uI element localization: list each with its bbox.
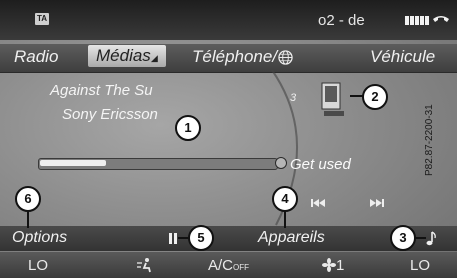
- callout-leader-line: [178, 237, 188, 239]
- music-note-icon[interactable]: [426, 231, 436, 247]
- phone-icon: [433, 16, 449, 22]
- track-title: Against The Su: [50, 82, 153, 99]
- fan-icon: [322, 258, 336, 272]
- track-progress-bar: [38, 158, 278, 170]
- callout-2: 2: [362, 84, 388, 110]
- callout-5: 5: [188, 225, 214, 251]
- status-bar: TA o2 - de: [0, 0, 457, 40]
- menu-item-medias-label: Médias: [96, 46, 151, 65]
- left-temperature[interactable]: LO: [28, 257, 48, 274]
- bottom-function-bar: [0, 226, 457, 251]
- artist-name: Sony Ericsson: [62, 106, 158, 123]
- menu-item-radio[interactable]: Radio: [14, 47, 58, 67]
- track-number: 3: [290, 92, 297, 104]
- options-button[interactable]: Options: [12, 229, 67, 247]
- progress-fill: [40, 160, 106, 166]
- ta-badge: TA: [35, 13, 49, 25]
- fan-speed[interactable]: 1: [322, 257, 344, 274]
- callout-3: 3: [390, 225, 416, 251]
- right-temperature[interactable]: LO: [410, 257, 430, 274]
- callout-1: 1: [175, 115, 201, 141]
- signal-strength-icon: [405, 16, 429, 25]
- progress-knob: [275, 157, 287, 169]
- media-screen: TA o2 - de Radio Médias◢ Téléphone/ Véhi…: [0, 0, 457, 278]
- next-track-title: Get used: [290, 156, 351, 173]
- ac-button[interactable]: A/COFF: [208, 257, 249, 274]
- next-track-icon[interactable]: [368, 198, 384, 208]
- previous-track-icon[interactable]: [311, 198, 327, 208]
- devices-button[interactable]: Appareils: [258, 229, 325, 247]
- figure-code: P82.87-2200-31: [424, 104, 435, 176]
- pause-icon[interactable]: [168, 233, 178, 244]
- submenu-arrow-icon: ◢: [150, 53, 158, 63]
- ac-label: A/C: [208, 257, 234, 274]
- callout-6: 6: [15, 186, 41, 212]
- fan-level: 1: [336, 257, 345, 274]
- menu-item-medias[interactable]: Médias◢: [88, 45, 166, 67]
- network-provider: o2 - de: [318, 12, 365, 29]
- air-distribution-icon[interactable]: [136, 257, 154, 273]
- callout-4: 4: [272, 186, 298, 212]
- media-device-icon[interactable]: [320, 82, 346, 118]
- ac-state: OFF: [233, 263, 250, 272]
